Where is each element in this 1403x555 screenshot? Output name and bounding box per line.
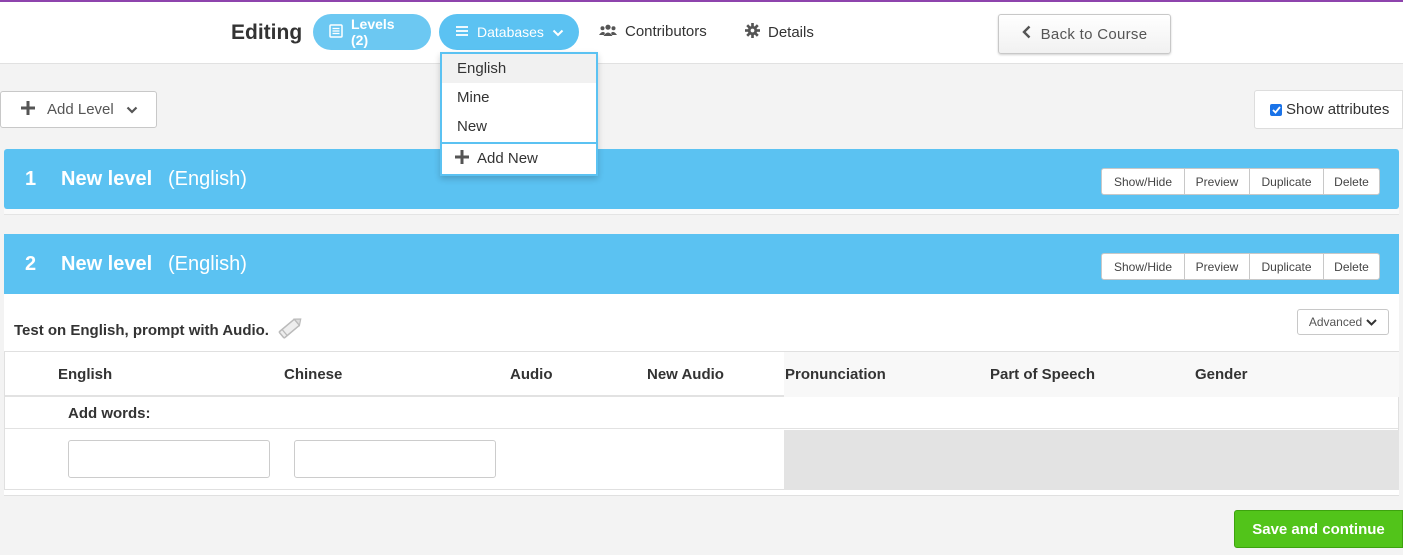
add-level-label: Add Level [47, 101, 114, 118]
dropdown-add-new[interactable]: Add New [442, 144, 596, 173]
attributes-input-area [784, 430, 1399, 490]
tab-details[interactable]: Details [745, 23, 814, 42]
list-icon [329, 23, 343, 41]
databases-dropdown: English Mine New Add New [440, 52, 598, 176]
preview-button[interactable]: Preview [1184, 169, 1249, 194]
test-description: Test on English, prompt with Audio. [14, 314, 305, 346]
chevron-down-icon [552, 24, 564, 40]
level-name: New level [61, 167, 153, 190]
level-action-group: Show/Hide Preview Duplicate Delete [1101, 168, 1380, 195]
column-header-new-audio[interactable]: New Audio [647, 366, 724, 383]
advanced-button[interactable]: Advanced [1297, 309, 1389, 335]
show-hide-button[interactable]: Show/Hide [1102, 254, 1184, 279]
add-new-label: Add New [477, 150, 538, 167]
gear-icon [745, 23, 760, 42]
level-language: (English) [168, 167, 247, 190]
add-words-label: Add words: [68, 405, 151, 422]
back-to-course-button[interactable]: Back to Course [998, 14, 1171, 54]
level-header-1[interactable]: 1 New level (English) Show/Hide Preview … [4, 149, 1399, 209]
delete-button[interactable]: Delete [1323, 254, 1379, 279]
column-header-english[interactable]: English [58, 366, 112, 383]
column-header-part-of-speech[interactable]: Part of Speech [990, 366, 1095, 383]
dropdown-item-new[interactable]: New [442, 112, 596, 141]
plus-icon [455, 149, 469, 168]
tab-contributors-label: Contributors [625, 23, 707, 40]
advanced-label: Advanced [1308, 315, 1363, 329]
chevron-left-icon [1021, 25, 1031, 43]
add-words-input-row [5, 430, 1399, 490]
pencil-icon[interactable] [275, 314, 305, 346]
column-header-pronunciation[interactable]: Pronunciation [785, 366, 886, 383]
level-number: 1 [25, 167, 37, 190]
chinese-word-input[interactable] [294, 440, 496, 478]
show-attributes-checkbox[interactable] [1270, 103, 1282, 116]
tab-details-label: Details [768, 24, 814, 41]
show-hide-button[interactable]: Show/Hide [1102, 169, 1184, 194]
header: Editing Levels (2) Databases Contributor… [0, 2, 1403, 64]
level-name: New level [61, 252, 153, 275]
level-number: 2 [25, 252, 37, 275]
tab-databases[interactable]: Databases [439, 14, 579, 50]
back-to-course-label: Back to Course [1040, 25, 1148, 43]
show-attributes-label: Show attributes [1286, 101, 1390, 118]
chevron-down-icon [126, 101, 138, 118]
tab-contributors[interactable]: Contributors [599, 23, 707, 40]
dropdown-item-mine[interactable]: Mine [442, 83, 596, 112]
hamburger-icon [455, 24, 469, 40]
level-language: (English) [168, 252, 247, 275]
column-header-chinese[interactable]: Chinese [284, 366, 342, 383]
tab-databases-label: Databases [477, 24, 544, 40]
level-header-2[interactable]: 2 New level (English) Show/Hide Preview … [4, 234, 1399, 294]
duplicate-button[interactable]: Duplicate [1249, 254, 1323, 279]
words-table: English Chinese Audio New Audio Pronunci… [4, 351, 1399, 490]
level-1-footer [4, 209, 1399, 215]
tab-levels[interactable]: Levels (2) [313, 14, 431, 50]
level-action-group: Show/Hide Preview Duplicate Delete [1101, 253, 1380, 280]
duplicate-button[interactable]: Duplicate [1249, 169, 1323, 194]
save-and-continue-button[interactable]: Save and continue [1234, 510, 1403, 548]
table-header: English Chinese Audio New Audio Pronunci… [5, 352, 1399, 397]
test-description-text: Test on English, prompt with Audio. [14, 321, 269, 339]
english-word-input[interactable] [68, 440, 270, 478]
column-header-gender[interactable]: Gender [1195, 366, 1248, 383]
column-header-audio[interactable]: Audio [510, 366, 553, 383]
add-level-button[interactable]: Add Level [0, 91, 157, 128]
preview-button[interactable]: Preview [1184, 254, 1249, 279]
delete-button[interactable]: Delete [1323, 169, 1379, 194]
editing-title: Editing [231, 21, 303, 44]
tab-levels-label: Levels (2) [351, 16, 395, 48]
dropdown-item-english[interactable]: English [442, 54, 596, 83]
add-words-row: Add words: [5, 399, 1398, 429]
level-2-body: Test on English, prompt with Audio. Adva… [4, 294, 1399, 496]
users-icon [599, 23, 617, 40]
show-attributes-toggle[interactable]: Show attributes [1254, 90, 1403, 129]
plus-icon [21, 100, 35, 119]
chevron-down-icon [1366, 315, 1377, 329]
